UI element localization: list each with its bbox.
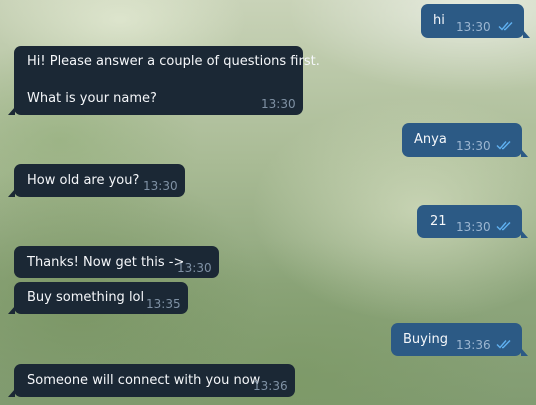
bubble-tail <box>521 230 528 238</box>
read-double-check-icon <box>496 222 511 231</box>
message-text: Buying <box>403 332 448 347</box>
message-text-line2: What is your name? <box>27 91 157 106</box>
bubble-tail <box>523 30 530 38</box>
incoming-message[interactable]: Thanks! Now get this -> 13:30 <box>14 246 219 278</box>
bubble-tail <box>521 149 528 157</box>
outgoing-message[interactable]: Anya 13:30 <box>402 123 528 157</box>
outgoing-message[interactable]: 21 13:30 <box>417 205 528 238</box>
message-time: 13:30 <box>456 20 491 34</box>
message-text: Hi! Please answer a couple of questions … <box>27 54 320 69</box>
bubble-tail <box>8 389 15 397</box>
chat-history: hi 13:30 Hi! Please answer a couple of q… <box>0 0 536 405</box>
message-text: hi <box>433 13 445 28</box>
message-time: 13:36 <box>253 379 288 393</box>
message-text: 21 <box>430 214 447 229</box>
message-time: 13:30 <box>261 97 296 111</box>
bubble-tail <box>8 107 15 115</box>
bubble-tail <box>8 306 15 314</box>
message-text: How old are you? <box>27 173 140 188</box>
incoming-message[interactable]: Hi! Please answer a couple of questions … <box>8 46 320 115</box>
bubble-tail <box>521 348 528 356</box>
message-time: 13:30 <box>143 179 178 193</box>
outgoing-message[interactable]: Buying 13:36 <box>391 323 528 356</box>
message-time: 13:30 <box>456 220 491 234</box>
bubble-tail <box>8 189 15 197</box>
message-text: Buy something lol <box>27 290 145 305</box>
read-double-check-icon <box>498 22 513 31</box>
outgoing-message[interactable]: hi 13:30 <box>421 4 530 38</box>
message-time: 13:30 <box>177 261 212 275</box>
message-text: Someone will connect with you now <box>27 373 261 388</box>
message-time: 13:36 <box>456 338 491 352</box>
message-text: Anya <box>414 132 447 147</box>
incoming-message[interactable]: Buy something lol 13:35 <box>8 282 188 314</box>
incoming-message[interactable]: Someone will connect with you now 13:36 <box>8 364 295 397</box>
read-double-check-icon <box>496 141 511 150</box>
message-time: 13:30 <box>456 139 491 153</box>
incoming-message[interactable]: How old are you? 13:30 <box>8 164 185 197</box>
message-time: 13:35 <box>146 297 181 311</box>
message-text: Thanks! Now get this -> <box>27 255 185 270</box>
read-double-check-icon <box>496 340 511 349</box>
